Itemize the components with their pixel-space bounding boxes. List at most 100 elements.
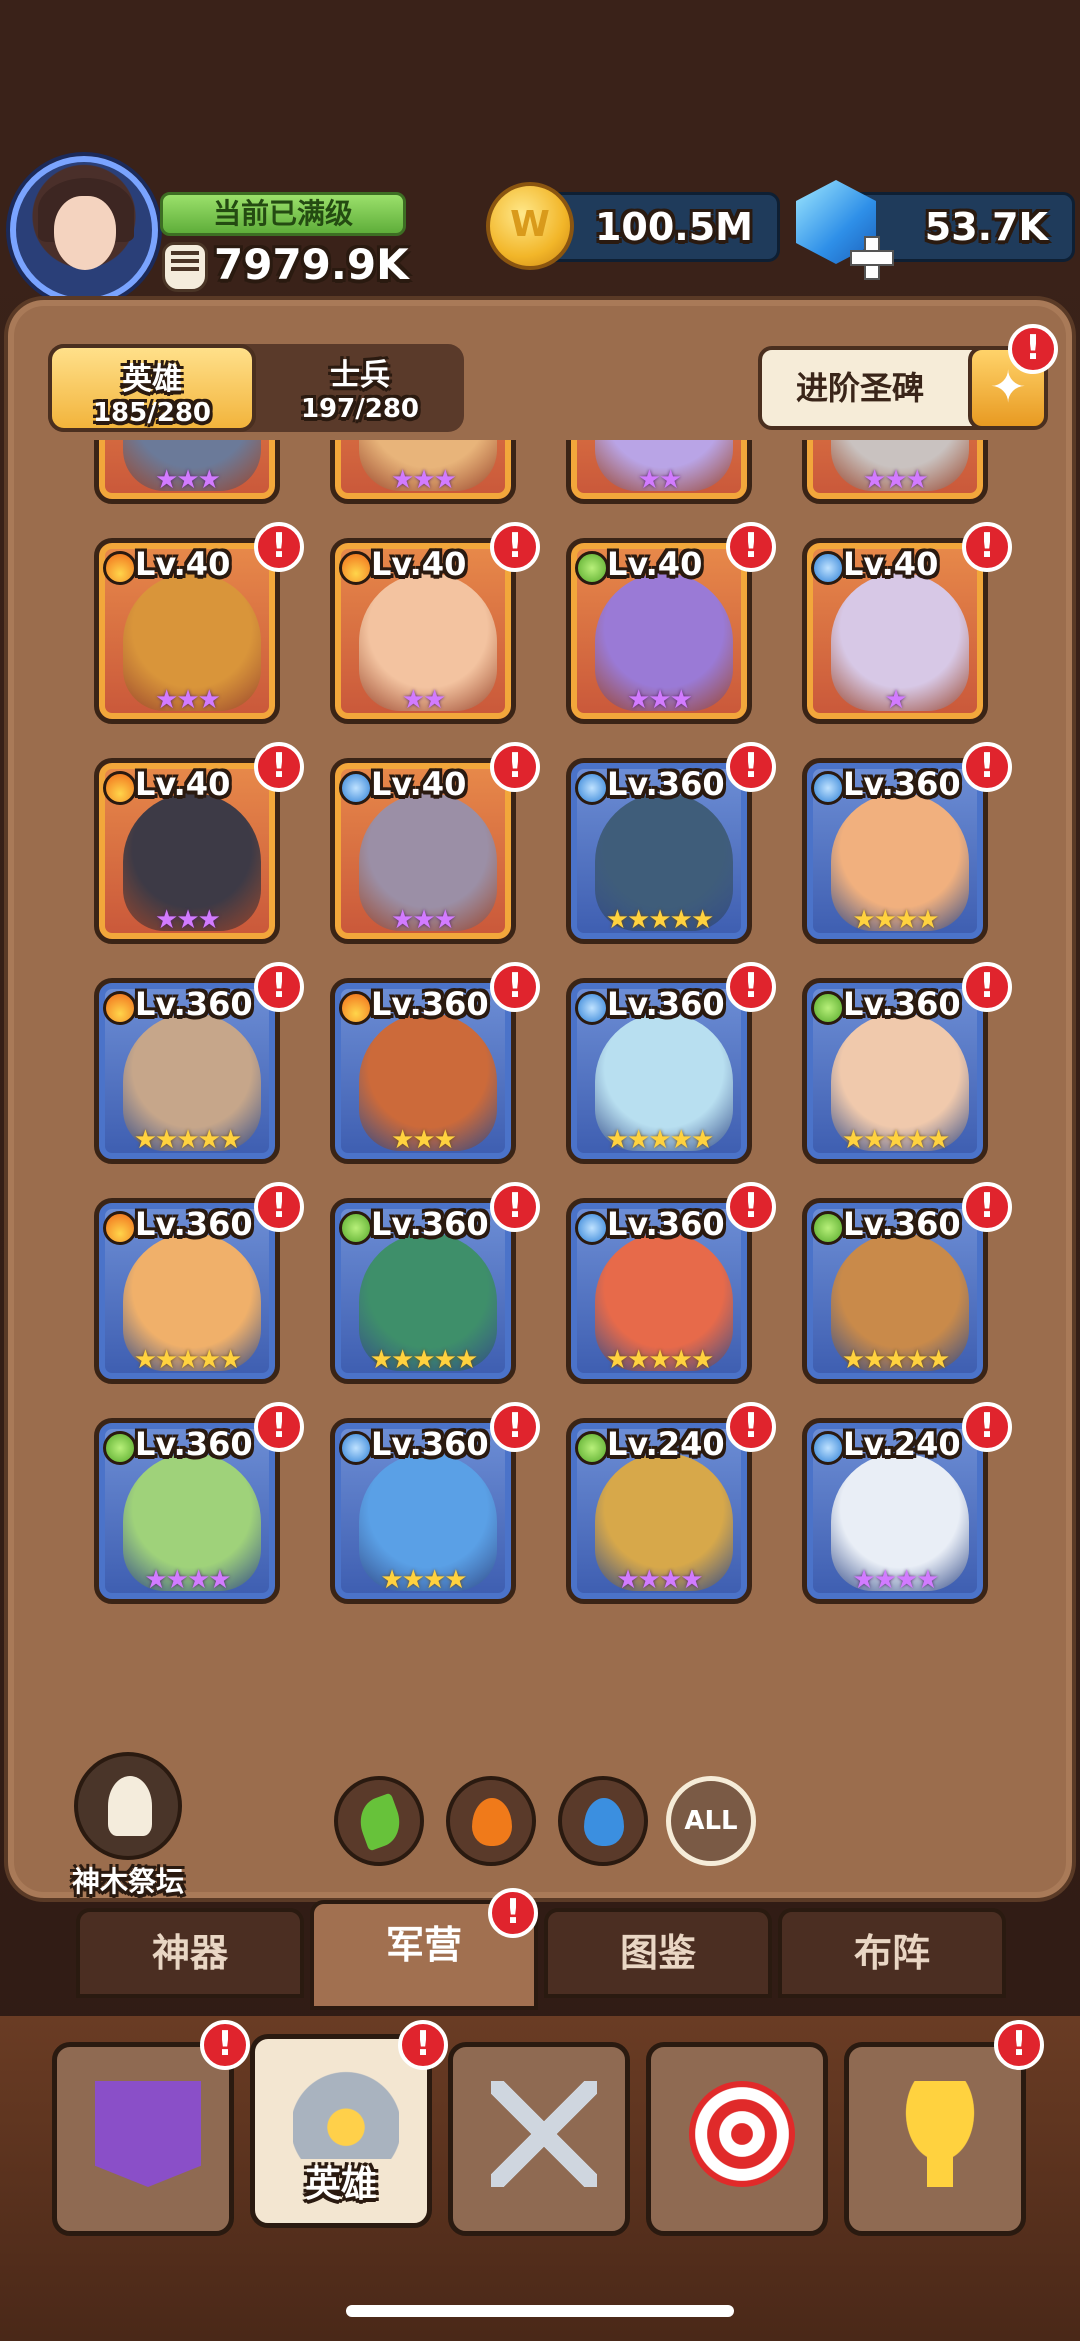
tab-heroes-label: 英雄: [122, 362, 182, 397]
gem-value: 53.7K: [924, 205, 1048, 249]
hero-card[interactable]: Lv.360 ★★★★★: [802, 1198, 988, 1384]
filter-all-button[interactable]: ALL: [666, 1776, 756, 1866]
max-level-badge: 当前已满级: [160, 192, 406, 236]
hero-alert-badge: !: [254, 742, 304, 792]
hero-stars: ★★★: [155, 905, 221, 935]
hero-alert-badge: !: [254, 1402, 304, 1452]
water-element-icon: [339, 771, 373, 805]
hero-stars: ★★★: [391, 1125, 457, 1155]
altar-label: 神木祭坛: [71, 1865, 184, 1898]
hero-card[interactable]: Lv.40★★★: [94, 538, 280, 724]
hero-card[interactable]: Lv.40★★★: [330, 440, 516, 504]
tab-heroes[interactable]: 英雄 185/280: [48, 344, 256, 432]
hero-card[interactable]: Lv.40★★: [330, 538, 516, 724]
nav-heroes-label: 英雄: [304, 2164, 377, 2205]
hero-stars: ★★★★: [852, 1565, 939, 1595]
hero-stars: ★★★★★: [841, 1345, 951, 1375]
hero-collection-panel: 英雄 185/280 士兵 197/280 进阶圣碑 ! Lv.40★★★!Lv…: [4, 296, 1076, 1902]
avatar-face: [54, 196, 116, 270]
hero-level: Lv.360: [371, 1205, 489, 1243]
hero-alert-badge: !: [726, 1402, 776, 1452]
hero-card[interactable]: Lv.360 ★★★★★: [566, 1198, 752, 1384]
filter-water-button[interactable]: [558, 1776, 648, 1866]
hero-stars: ★★★: [627, 685, 693, 715]
hero-card[interactable]: Lv.40 ★★★: [94, 758, 280, 944]
fire-element-icon: [339, 551, 373, 585]
tab-artifacts[interactable]: 神器: [76, 1908, 304, 1998]
nav-target-button[interactable]: [646, 2042, 828, 2236]
hero-level: Lv.240: [843, 1425, 961, 1463]
hero-stars: ★★★★★: [841, 1125, 951, 1155]
hero-card[interactable]: Lv.240 ★★★★: [802, 1418, 988, 1604]
hero-stars: ★★: [637, 465, 683, 495]
filter-fire-button[interactable]: [446, 1776, 536, 1866]
tab-formation[interactable]: 布阵: [778, 1908, 1006, 1998]
water-element-icon: [811, 551, 845, 585]
hero-stars: ★★★★: [616, 1565, 703, 1595]
hero-card[interactable]: Lv.360 ★★★★★: [802, 978, 988, 1164]
gold-counter[interactable]: 100.5M: [540, 192, 780, 262]
hero-alert-badge: !: [254, 522, 304, 572]
nav-heroes-button[interactable]: 英雄: [250, 2034, 432, 2228]
hero-stars: ★★★: [155, 465, 221, 495]
fire-element-icon: [103, 991, 137, 1025]
hero-level: Lv.40: [371, 545, 467, 583]
rune-alert-badge: !: [1008, 324, 1058, 374]
hero-card[interactable]: Lv.360 ★★★★: [802, 758, 988, 944]
hero-card[interactable]: Lv.240 ★★★★: [566, 1418, 752, 1604]
hero-level: Lv.40: [135, 545, 231, 583]
hero-level: Lv.360: [135, 985, 253, 1023]
hero-stars: ★★★★: [380, 1565, 467, 1595]
nav-battle-button[interactable]: [448, 2042, 630, 2236]
hero-stars: ★★★★★: [605, 905, 715, 935]
water-element-icon: [575, 1211, 609, 1245]
hero-card[interactable]: Lv.40★★★: [566, 538, 752, 724]
hero-card[interactable]: Lv.360 ★★★: [330, 978, 516, 1164]
hero-card[interactable]: Lv.360 ★★★★★: [94, 1198, 280, 1384]
hero-level: Lv.360: [135, 1425, 253, 1463]
home-indicator[interactable]: [346, 2305, 734, 2317]
nav-trophy-button[interactable]: [844, 2042, 1026, 2236]
hero-level: Lv.360: [607, 765, 725, 803]
hero-grid: Lv.40★★★!Lv.40★★★!Lv.40★★!Lv.401★★★!Lv.4…: [8, 440, 1072, 1730]
hero-card[interactable]: Lv.360 ★★★★★: [566, 758, 752, 944]
viking-helmet-icon: [293, 2053, 399, 2159]
hero-card[interactable]: Lv.360 ★★★★: [330, 1418, 516, 1604]
sacred-tree-altar-icon[interactable]: [74, 1752, 182, 1860]
tab-soldiers[interactable]: 士兵 197/280: [256, 344, 464, 432]
hero-alert-badge: !: [726, 742, 776, 792]
hero-level: Lv.360: [607, 985, 725, 1023]
leaf-element-icon: [575, 551, 609, 585]
hero-level: Lv.360: [371, 985, 489, 1023]
hero-card[interactable]: Lv.360 ★★★★: [94, 1418, 280, 1604]
add-gems-plus-icon[interactable]: [848, 234, 894, 280]
hero-card[interactable]: Lv.40★★★: [94, 440, 280, 504]
hero-alert-badge: !: [490, 522, 540, 572]
player-avatar[interactable]: [10, 156, 158, 304]
hero-card[interactable]: Lv.40★★: [566, 440, 752, 504]
nav-banner-button[interactable]: [52, 2042, 234, 2236]
hero-card[interactable]: Lv.40★★★: [330, 758, 516, 944]
target-icon: [689, 2081, 795, 2187]
hero-card[interactable]: Lv.401★★★: [802, 440, 988, 504]
hero-card[interactable]: Lv.360 ★★★★★: [330, 1198, 516, 1384]
filter-leaf-button[interactable]: [334, 1776, 424, 1866]
hero-level: Lv.40: [135, 765, 231, 803]
hero-card[interactable]: Lv.360 ★★★★★: [94, 978, 280, 1164]
hero-card[interactable]: Lv.360 ★★★★★: [566, 978, 752, 1164]
tab-soldiers-count: 197/280: [300, 394, 420, 424]
leaf-element-icon: [811, 1211, 845, 1245]
crossed-swords-icon: [491, 2081, 597, 2187]
hero-alert-badge: !: [962, 522, 1012, 572]
water-element-icon: [575, 771, 609, 805]
hero-level: Lv.360: [843, 985, 961, 1023]
hero-alert-badge: !: [490, 962, 540, 1012]
fire-element-icon: [103, 771, 137, 805]
hero-stars: ★★★★★: [133, 1125, 243, 1155]
tab-soldiers-label: 士兵: [330, 358, 390, 393]
hero-card[interactable]: Lv.40 ★: [802, 538, 988, 724]
tab-heroes-count: 185/280: [92, 398, 212, 428]
water-element-icon: [339, 1431, 373, 1465]
banner-alert-badge: !: [200, 2020, 250, 2070]
tab-codex[interactable]: 图鉴: [544, 1908, 772, 1998]
